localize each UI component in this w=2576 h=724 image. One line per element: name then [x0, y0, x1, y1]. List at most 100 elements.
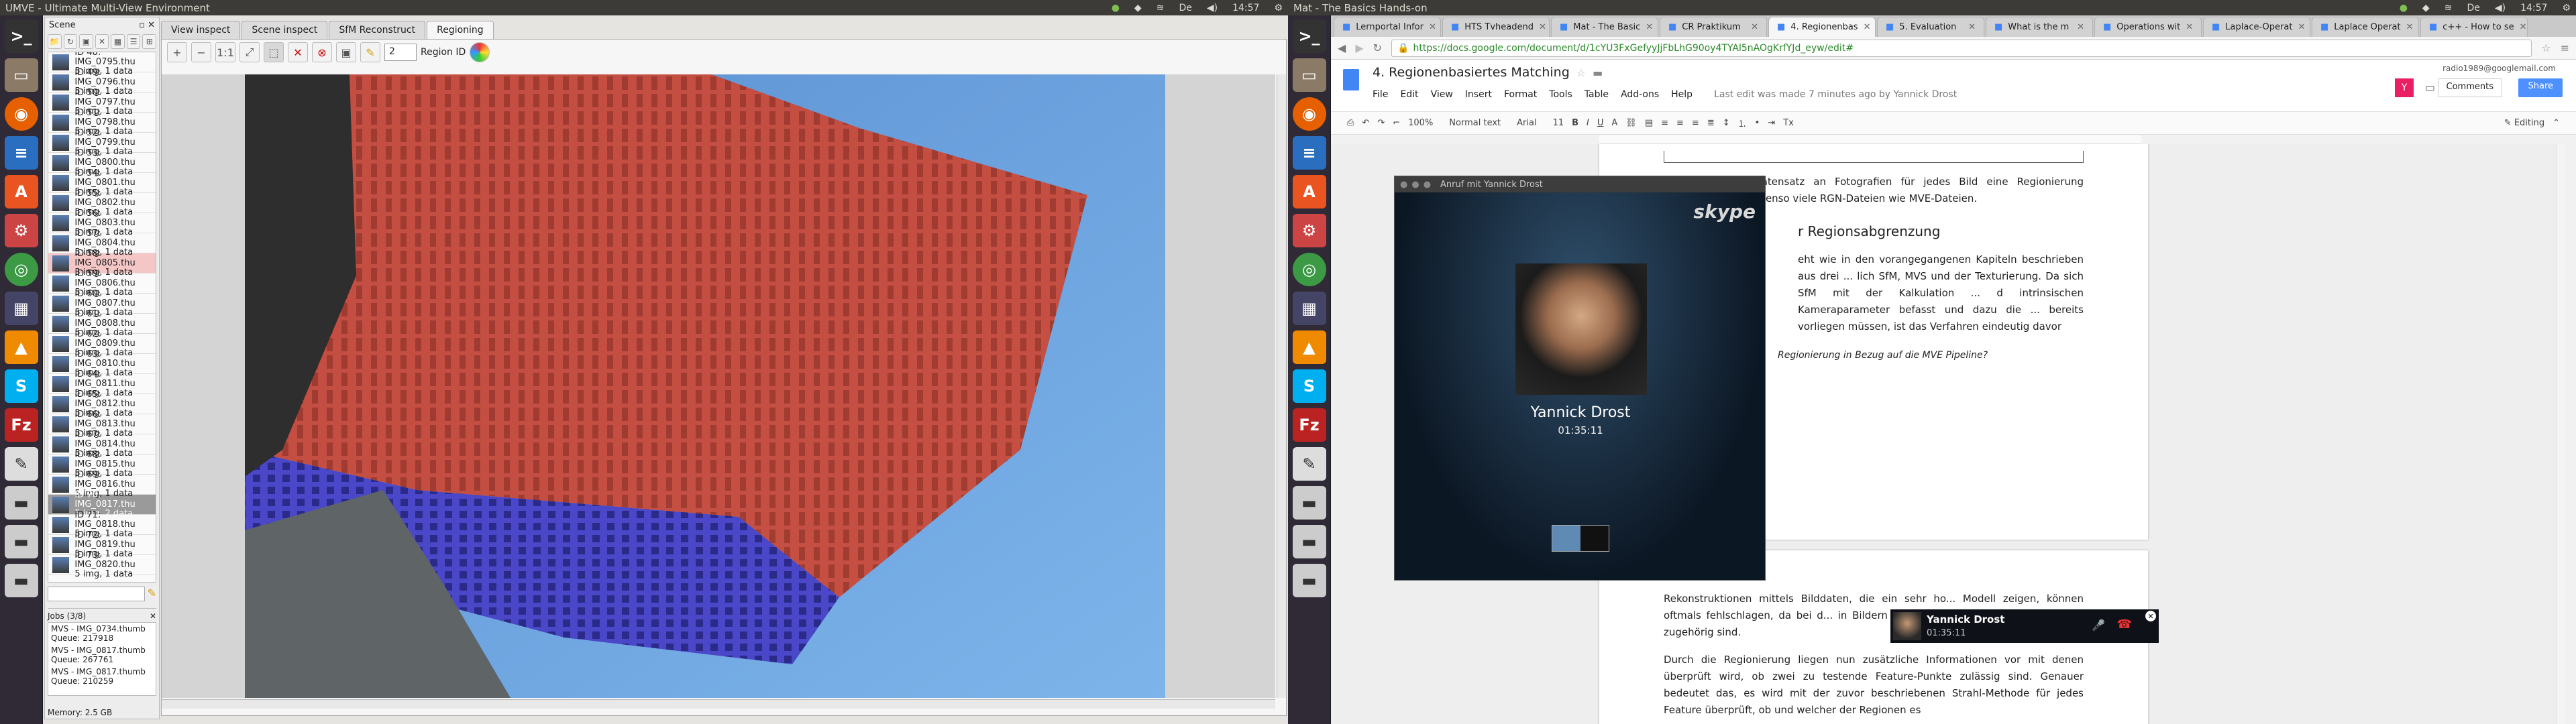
- system-settings-icon[interactable]: ⚙: [4, 214, 38, 247]
- numbered-list-icon[interactable]: ⒈: [1738, 117, 1747, 129]
- menu-view[interactable]: View: [1431, 89, 1453, 100]
- power-icon[interactable]: ⚙: [1274, 3, 1283, 13]
- chrome-icon[interactable]: ◎: [1292, 253, 1326, 286]
- filter-input[interactable]: [48, 587, 145, 601]
- select-region-icon[interactable]: ⬚: [264, 42, 284, 62]
- video-preview[interactable]: [1552, 525, 1609, 552]
- tab-sfm-reconstruct[interactable]: SfM Reconstruct: [329, 21, 426, 39]
- italic-icon[interactable]: I: [1587, 118, 1589, 128]
- ubuntu-software-icon[interactable]: A: [4, 175, 38, 208]
- editing-mode[interactable]: ✎ Editing: [2504, 118, 2544, 128]
- job-item[interactable]: MVS - IMG_0817.thumb Queue: 267761: [48, 644, 156, 666]
- indent-icon[interactable]: ⇥: [1768, 118, 1775, 128]
- link-icon[interactable]: ⛓: [1625, 118, 1637, 128]
- line-spacing-icon[interactable]: ↕: [1723, 118, 1730, 128]
- system-settings-icon[interactable]: ⚙: [1292, 214, 1326, 247]
- brush-icon[interactable]: ✎: [360, 42, 380, 62]
- power-icon[interactable]: ⚙: [2562, 3, 2571, 13]
- menu-tools[interactable]: Tools: [1549, 89, 1572, 100]
- tab-close-icon[interactable]: ✕: [1429, 22, 1436, 32]
- avatar[interactable]: Y: [2395, 78, 2414, 97]
- zoom-out-icon[interactable]: −: [191, 42, 211, 62]
- figure-caption[interactable]: Regionierung in Bezug auf die MVE Pipeli…: [1778, 350, 2084, 361]
- region-id-spinbox[interactable]: 2: [384, 44, 417, 61]
- reload-icon[interactable]: ↻: [1373, 42, 1382, 54]
- image-canvas[interactable]: [162, 74, 1275, 698]
- grid-icon[interactable]: ▦: [111, 34, 125, 49]
- drive-icon[interactable]: ▬: [4, 525, 38, 558]
- hang-up-icon[interactable]: ☎: [2117, 617, 2132, 631]
- menu-format[interactable]: Format: [1504, 89, 1537, 100]
- paragraph-4[interactable]: Durch die Regionierung liegen nun zusätz…: [1664, 652, 2084, 719]
- align-right-icon[interactable]: ≡: [1692, 118, 1699, 128]
- bookmark-star-icon[interactable]: ☆: [2541, 42, 2551, 54]
- libreoffice-writer-icon[interactable]: ≡: [4, 136, 38, 170]
- clear-format-icon[interactable]: Tx: [1783, 118, 1794, 128]
- reload-icon[interactable]: ↻: [63, 34, 78, 49]
- url-bar[interactable]: 🔒 https://docs.google.com/document/d/1cY…: [1391, 39, 2532, 57]
- drive-icon[interactable]: ▬: [1292, 486, 1326, 520]
- view-list-item[interactable]: ID 73: IMG_0820.thu 5 img, 1 data: [48, 550, 156, 579]
- style-select[interactable]: Normal text: [1449, 118, 1501, 128]
- font-select[interactable]: Arial: [1517, 118, 1536, 128]
- zoom-fit-icon[interactable]: ⤢: [239, 42, 260, 62]
- drive-icon[interactable]: ▬: [1292, 564, 1326, 597]
- chrome-tray-icon[interactable]: ●: [2400, 3, 2408, 13]
- calculator-icon[interactable]: ▦: [4, 292, 38, 325]
- tab-close-icon[interactable]: ✕: [1751, 22, 1758, 32]
- drive-icon[interactable]: ▬: [4, 564, 38, 597]
- browser-tab[interactable]: ■ What is the m ✕: [1986, 17, 2093, 37]
- justify-icon[interactable]: ≣: [1707, 118, 1715, 128]
- vlc-icon[interactable]: ▲: [1292, 330, 1326, 364]
- language-indicator[interactable]: De: [1179, 3, 1191, 13]
- drive-icon[interactable]: ▬: [1292, 525, 1326, 558]
- vlc-icon[interactable]: ▲: [4, 330, 38, 364]
- section-heading[interactable]: r Regionsabgrenzung: [1798, 223, 2084, 239]
- libreoffice-writer-icon[interactable]: ≡: [1292, 136, 1326, 170]
- firefox-icon[interactable]: ◉: [1292, 97, 1326, 131]
- tab-close-icon[interactable]: ✕: [2186, 22, 2193, 32]
- paint-format-icon[interactable]: ⌐: [1393, 118, 1400, 128]
- browser-tab[interactable]: ■ Laplace-Operat ✕: [2203, 17, 2310, 37]
- save-icon[interactable]: ▣: [336, 42, 356, 62]
- paragraph-2[interactable]: eht wie in den vorangegangenen Kapiteln …: [1798, 251, 2084, 335]
- forward-icon[interactable]: ▶: [1355, 42, 1363, 54]
- tab-close-icon[interactable]: ✕: [2520, 22, 2527, 32]
- tab-regioning[interactable]: Regioning: [427, 21, 494, 39]
- sound-icon[interactable]: ◀): [2495, 3, 2506, 13]
- browser-tab[interactable]: ■ Mat - The Basic ✕: [1551, 17, 1658, 37]
- skype-icon[interactable]: S: [4, 369, 38, 403]
- browser-tab[interactable]: ■ Operations wit ✕: [2094, 17, 2202, 37]
- open-folder-icon[interactable]: 📁: [48, 34, 62, 49]
- collapse-icon[interactable]: ⌃: [2553, 118, 2560, 128]
- underline-icon[interactable]: U: [1597, 118, 1604, 128]
- panel-close-icon[interactable]: ✕: [150, 611, 156, 621]
- job-item[interactable]: MVS - IMG_0817.thumb Queue: 210259: [48, 666, 156, 687]
- microphone-icon[interactable]: 🎤: [2092, 619, 2105, 631]
- zoom-reset-icon[interactable]: 1:1: [215, 42, 235, 62]
- tab-close-icon[interactable]: ✕: [1539, 22, 1546, 32]
- font-size-select[interactable]: 11: [1553, 118, 1564, 128]
- back-icon[interactable]: ◀: [1338, 42, 1346, 54]
- star-icon[interactable]: ☆: [1576, 66, 1586, 79]
- tab-close-icon[interactable]: ✕: [1646, 22, 1653, 32]
- docs-logo-icon[interactable]: [1343, 69, 1359, 90]
- menu-addons[interactable]: Add-ons: [1621, 89, 1659, 100]
- tab-close-icon[interactable]: ✕: [2406, 22, 2414, 32]
- drive-icon[interactable]: ▬: [4, 486, 38, 520]
- edit-filter-icon[interactable]: ✎: [148, 587, 156, 601]
- tree-icon[interactable]: ⊞: [142, 34, 157, 49]
- docs-scrollbar[interactable]: [2556, 144, 2565, 724]
- last-edit[interactable]: Last edit was made 7 minutes ago by Yann…: [1714, 89, 1957, 100]
- tab-scene-inspect[interactable]: Scene inspect: [241, 21, 328, 39]
- menu-file[interactable]: File: [1373, 89, 1388, 100]
- vertical-scrollbar[interactable]: [1277, 74, 1286, 698]
- filezilla-icon[interactable]: Fz: [1292, 408, 1326, 442]
- share-button[interactable]: Share: [2518, 78, 2563, 97]
- terminal-icon[interactable]: >_: [4, 19, 38, 53]
- redo-icon[interactable]: ↷: [1377, 118, 1385, 128]
- minimize-window-icon[interactable]: ●: [1411, 180, 1419, 190]
- user-email[interactable]: radio1989@googlemail.com: [2443, 64, 2556, 73]
- skype-icon[interactable]: S: [1292, 369, 1326, 403]
- text-editor-icon[interactable]: ✎: [4, 447, 38, 481]
